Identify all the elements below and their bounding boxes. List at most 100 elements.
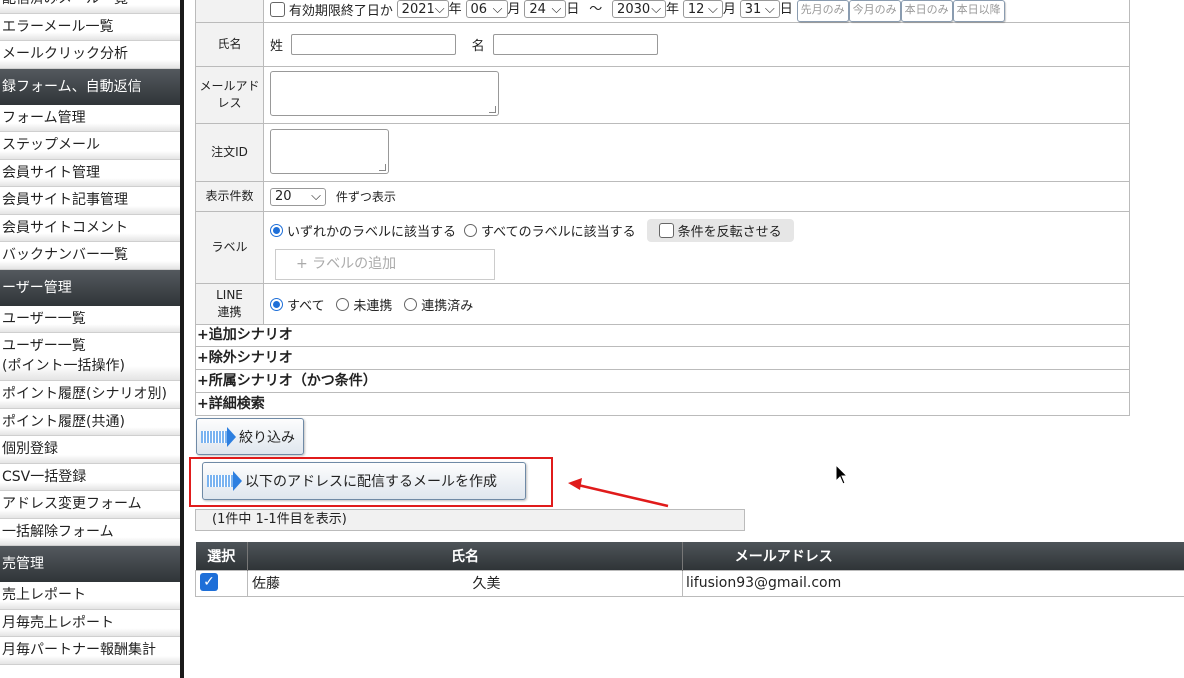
sidebar-item[interactable]: 会員サイト管理 [0, 159, 180, 187]
from-day-value: 24 [529, 1, 546, 17]
sidebar-item[interactable]: エラーメール一覧 [0, 13, 180, 41]
sidebar-item[interactable]: ポイント履歴(共通) [0, 408, 180, 436]
line-label: LINE 連携 [195, 283, 264, 325]
sidebar-item[interactable]: 一括解除フォーム [0, 518, 180, 546]
label-all-text: すべてのラベルに該当する [481, 224, 636, 240]
chevron-down-icon: ⌵ [764, 1, 775, 17]
per-page-select[interactable]: 20 ⌵ [270, 187, 326, 206]
sidebar-item[interactable]: アドレス変更フォーム [0, 491, 180, 519]
search-form: 有効期限終了日か 2021 ⌵ 年 06 ⌵ 月 24 ⌵ 日 ～ 2030 ⌵ 年 12 ⌵ 月 … [195, 0, 1130, 325]
invert-toggle[interactable]: 条件を反転させる [646, 218, 794, 242]
sidebar-section-header: 売管理 [0, 546, 180, 582]
to-month-value: 12 [687, 1, 705, 17]
this-month-button[interactable]: 今月のみ [848, 0, 901, 22]
expiry-checkbox-label: 有効期限終了日か [288, 3, 393, 19]
sidebar-item[interactable]: ポイント履歴(シナリオ別) [0, 381, 180, 409]
line-all-radio[interactable] [270, 297, 283, 311]
sidebar-item[interactable]: ユーザー一覧 (ポイント一括操作) [0, 333, 180, 381]
email-textarea[interactable] [270, 71, 499, 116]
row-checkbox[interactable]: ✓ [200, 572, 218, 591]
arrow-right-icon [201, 426, 236, 447]
line-label-2: 連携 [217, 305, 242, 319]
from-day-select[interactable]: 24 ⌵ [524, 0, 567, 18]
tilde: ～ [589, 1, 603, 17]
sidebar-item-label: ユーザー一覧 [2, 338, 86, 354]
chevron-down-icon: ⌵ [708, 1, 718, 17]
to-year-select[interactable]: 2030 ⌵ [612, 0, 667, 18]
email-row [263, 66, 1130, 124]
arrow-right-icon [207, 471, 242, 491]
year-unit: 年 [448, 1, 462, 17]
chevron-down-icon: ⌵ [651, 1, 662, 17]
row-name-cell: 佐藤 久美 [247, 569, 683, 597]
order-id-textarea[interactable] [270, 128, 389, 174]
expiry-checkbox[interactable] [270, 1, 285, 17]
annotation-arrow [568, 478, 669, 508]
chevron-down-icon: ⌵ [311, 189, 321, 204]
mouse-cursor-icon [835, 464, 849, 485]
label-any-text: いずれかのラベルに該当する [287, 224, 457, 240]
per-page-suffix: 件ずつ表示 [335, 190, 396, 204]
create-mail-button[interactable]: 以下のアドレスに配信するメールを作成 [202, 462, 526, 500]
line-all-text: すべて [287, 298, 325, 314]
chevron-down-icon: ⌵ [434, 1, 445, 17]
toggle-member-scenario[interactable]: +所属シナリオ（かつ条件） [195, 370, 1130, 393]
sidebar-item[interactable]: ユーザー一覧 [0, 305, 180, 333]
sidebar-item[interactable]: 月毎パートナー報酬集計 [0, 637, 180, 665]
sidebar-item[interactable]: 月毎売上レポート [0, 609, 180, 637]
sidebar-item[interactable]: 個別登録 [0, 436, 180, 464]
sidebar-item-sublabel: (ポイント一括操作) [2, 358, 125, 374]
sidebar-item[interactable]: 売上レポート [0, 582, 180, 610]
header-select: 選択 [207, 548, 236, 565]
from-month-select[interactable]: 06 ⌵ [465, 0, 508, 18]
order-id-row [263, 123, 1130, 182]
line-linked-text: 連携済み [421, 298, 474, 314]
result-count: (1件中 1-1件目を表示) [195, 509, 745, 531]
sidebar-item[interactable]: 会員サイトコメント [0, 214, 180, 242]
to-month-select[interactable]: 12 ⌵ [682, 0, 723, 18]
sidebar-item[interactable]: フォーム管理 [0, 104, 180, 132]
from-year-select[interactable]: 2021 ⌵ [396, 0, 449, 18]
line-row: すべて 未連携 連携済み [263, 283, 1130, 325]
chevron-down-icon: ⌵ [551, 1, 562, 17]
sidebar-item[interactable]: 配信済みメール一覧 [0, 0, 180, 14]
sidebar-item[interactable]: CSV一括登録 [0, 463, 180, 491]
per-page-row: 20 ⌵ 件ずつ表示 [263, 181, 1130, 212]
day-unit: 日 [566, 1, 580, 17]
sidebar: 配信済みメール一覧エラーメール一覧メールクリック分析録フォーム、自動返信フォーム… [0, 0, 180, 678]
invert-checkbox[interactable] [658, 222, 674, 238]
last-month-button[interactable]: 先月のみ [796, 0, 849, 22]
label-all-radio[interactable] [464, 223, 478, 237]
toggle-excluded-scenario[interactable]: +除外シナリオ [195, 347, 1130, 370]
line-linked-radio[interactable] [404, 297, 418, 311]
today-button[interactable]: 本日のみ [900, 0, 953, 22]
first-name-input[interactable] [492, 34, 658, 55]
toggle-advanced-search[interactable]: +詳細検索 [195, 393, 1130, 416]
labels-row: いずれかのラベルに該当する すべてのラベルに該当する 条件を反転させる + ラベ… [263, 211, 1130, 284]
filter-button[interactable]: 絞り込み [196, 418, 304, 455]
to-day-select[interactable]: 31 ⌵ [739, 0, 780, 18]
line-unlinked-radio[interactable] [336, 297, 350, 311]
first-name-label: 名 [471, 39, 485, 54]
row-first-name: 久美 [472, 576, 501, 592]
annotation-arrow-head [568, 478, 582, 490]
toggle-additional-scenario[interactable]: +追加シナリオ [195, 324, 1130, 347]
table-row: ✓ 佐藤 久美 lifusion93@gmail.com [195, 569, 1184, 597]
main-content: 有効期限終了日か 2021 ⌵ 年 06 ⌵ 月 24 ⌵ 日 ～ 2030 ⌵ 年 12 ⌵ 月 … [184, 0, 1184, 678]
sidebar-item[interactable]: バックナンバー一覧 [0, 242, 180, 270]
label-any-radio[interactable] [270, 223, 283, 237]
invert-text: 条件を反転させる [677, 224, 782, 240]
add-label-button[interactable]: + ラベルの追加 [275, 249, 495, 280]
to-year-value: 2030 [617, 1, 651, 17]
header-name: 氏名 [247, 542, 683, 570]
sidebar-item[interactable]: 会員サイト記事管理 [0, 187, 180, 215]
to-day-value: 31 [744, 1, 762, 17]
sidebar-item[interactable]: ステップメール [0, 132, 180, 160]
sidebar-item[interactable]: メールクリック分析 [0, 41, 180, 69]
from-year-value: 2021 [401, 1, 435, 17]
annotation-arrow-line [577, 483, 669, 508]
name-row: 姓 名 [263, 22, 1130, 67]
last-name-input[interactable] [290, 34, 456, 55]
after-today-button[interactable]: 本日以降 [952, 0, 1005, 22]
row-email-cell: lifusion93@gmail.com [682, 569, 1184, 597]
